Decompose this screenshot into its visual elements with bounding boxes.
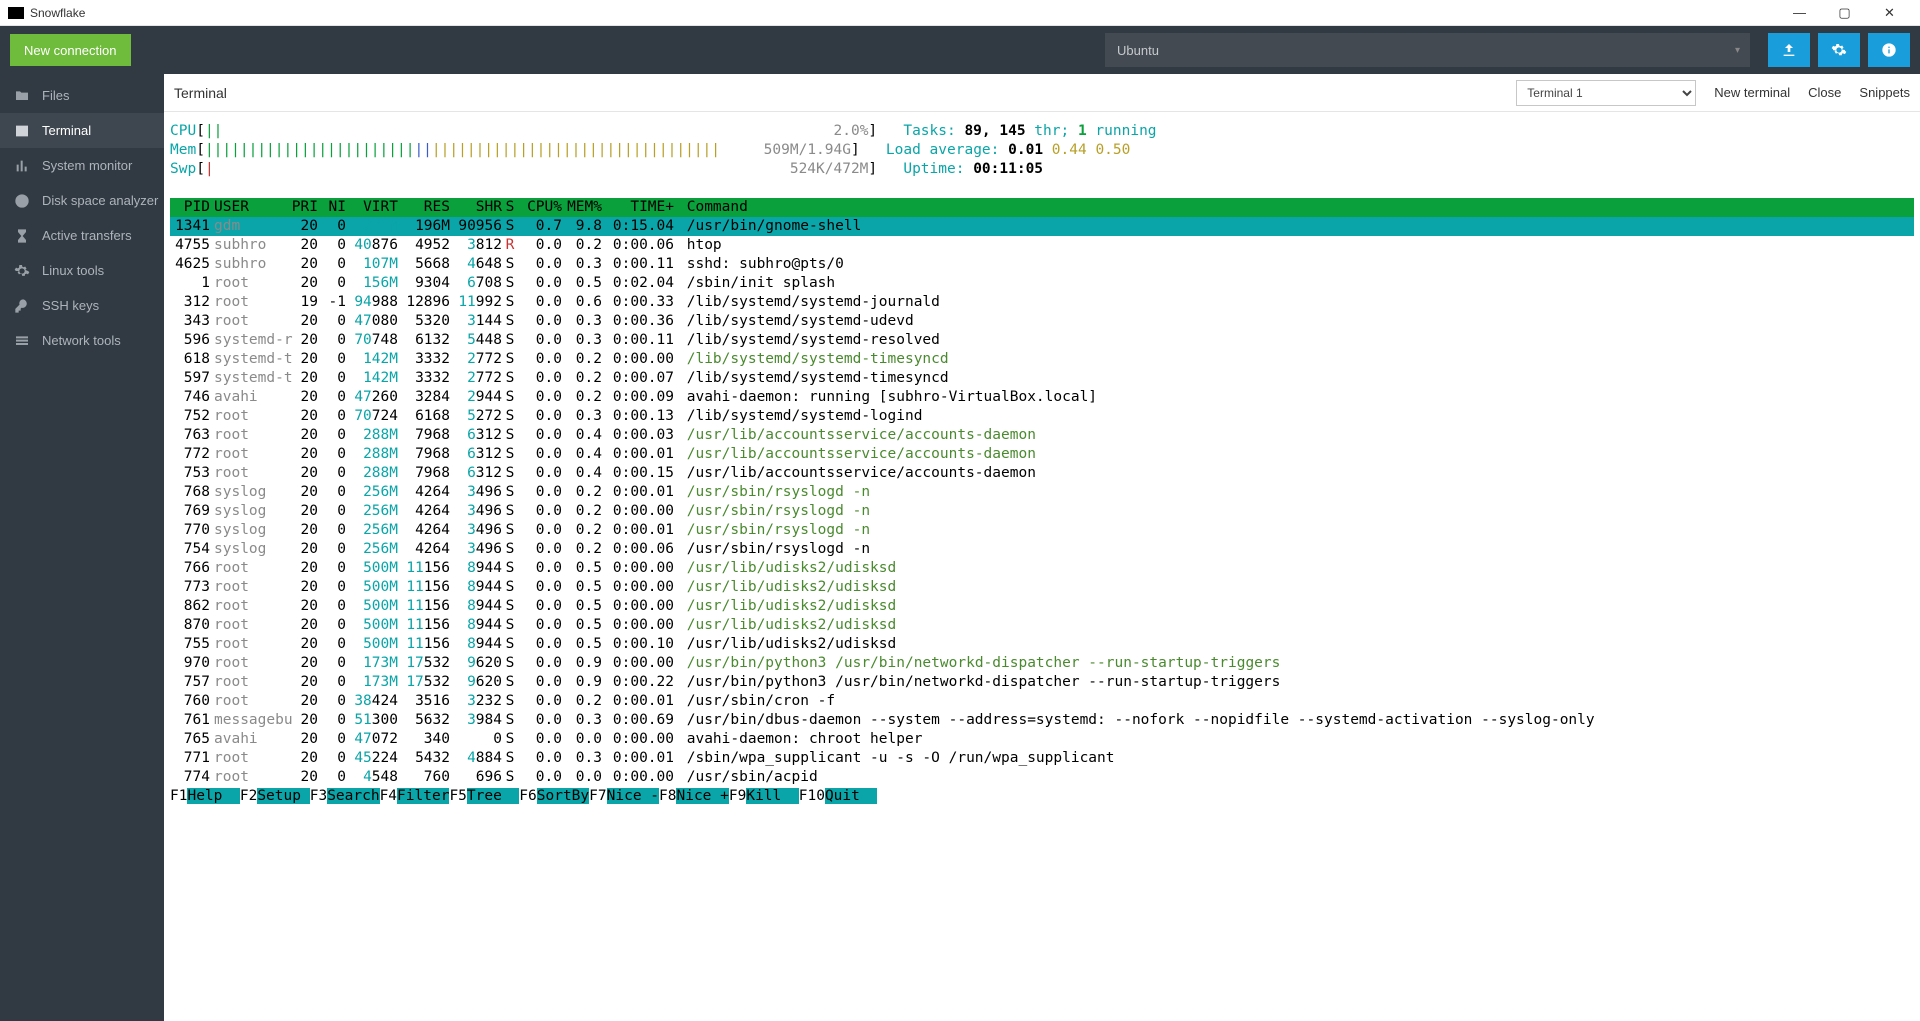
key-icon	[14, 298, 30, 314]
sidebar-item-active-transfers[interactable]: Active transfers	[0, 218, 164, 253]
terminal-output[interactable]: CPU[|| 2.0%] Tasks: 89, 145 thr; 1 runni…	[164, 112, 1920, 1021]
pie-icon	[14, 193, 30, 209]
gear-icon	[14, 263, 30, 279]
settings-button[interactable]	[1818, 33, 1860, 67]
sidebar-item-files[interactable]: Files	[0, 78, 164, 113]
sidebar-item-label: Terminal	[42, 123, 91, 138]
content-pane: Terminal Terminal 1 New terminal Close S…	[164, 74, 1920, 1021]
page-title: Terminal	[174, 85, 227, 101]
stack-icon	[14, 333, 30, 349]
hourglass-icon	[14, 228, 30, 244]
sidebar-item-label: Network tools	[42, 333, 121, 348]
terminal-selector[interactable]: Terminal 1	[1516, 80, 1696, 106]
terminal-icon	[14, 123, 30, 139]
sidebar-item-label: Disk space analyzer	[42, 193, 158, 208]
top-toolbar: New connection Ubuntu ▾	[0, 26, 1920, 74]
folder-icon	[14, 88, 30, 104]
sidebar-item-label: Files	[42, 88, 69, 103]
sidebar-item-label: System monitor	[42, 158, 132, 173]
sidebar-item-terminal[interactable]: Terminal	[0, 113, 164, 148]
info-button[interactable]	[1868, 33, 1910, 67]
sidebar-item-network-tools[interactable]: Network tools	[0, 323, 164, 358]
new-terminal-link[interactable]: New terminal	[1714, 85, 1790, 100]
window-title: Snowflake	[30, 6, 85, 20]
new-connection-button[interactable]: New connection	[10, 34, 131, 66]
title-bar: Snowflake — ▢ ✕	[0, 0, 1920, 26]
upload-button[interactable]	[1768, 33, 1810, 67]
sidebar-item-label: SSH keys	[42, 298, 99, 313]
content-header: Terminal Terminal 1 New terminal Close S…	[164, 74, 1920, 112]
close-terminal-link[interactable]: Close	[1808, 85, 1841, 100]
server-dropdown[interactable]: Ubuntu ▾	[1105, 33, 1750, 67]
sidebar-item-label: Linux tools	[42, 263, 104, 278]
chart-icon	[14, 158, 30, 174]
close-button[interactable]: ✕	[1867, 0, 1912, 26]
sidebar: Files Terminal System monitor Disk space an…	[0, 74, 164, 1021]
snippets-link[interactable]: Snippets	[1859, 85, 1910, 100]
sidebar-item-label: Active transfers	[42, 228, 132, 243]
maximize-button[interactable]: ▢	[1822, 0, 1867, 26]
sidebar-item-linux-tools[interactable]: Linux tools	[0, 253, 164, 288]
sidebar-item-system-monitor[interactable]: System monitor	[0, 148, 164, 183]
chevron-down-icon: ▾	[1735, 45, 1740, 56]
minimize-button[interactable]: —	[1777, 0, 1822, 26]
server-dropdown-label: Ubuntu	[1117, 43, 1159, 58]
sidebar-item-ssh-keys[interactable]: SSH keys	[0, 288, 164, 323]
sidebar-item-disk-space-analyzer[interactable]: Disk space analyzer	[0, 183, 164, 218]
app-icon	[8, 7, 24, 19]
